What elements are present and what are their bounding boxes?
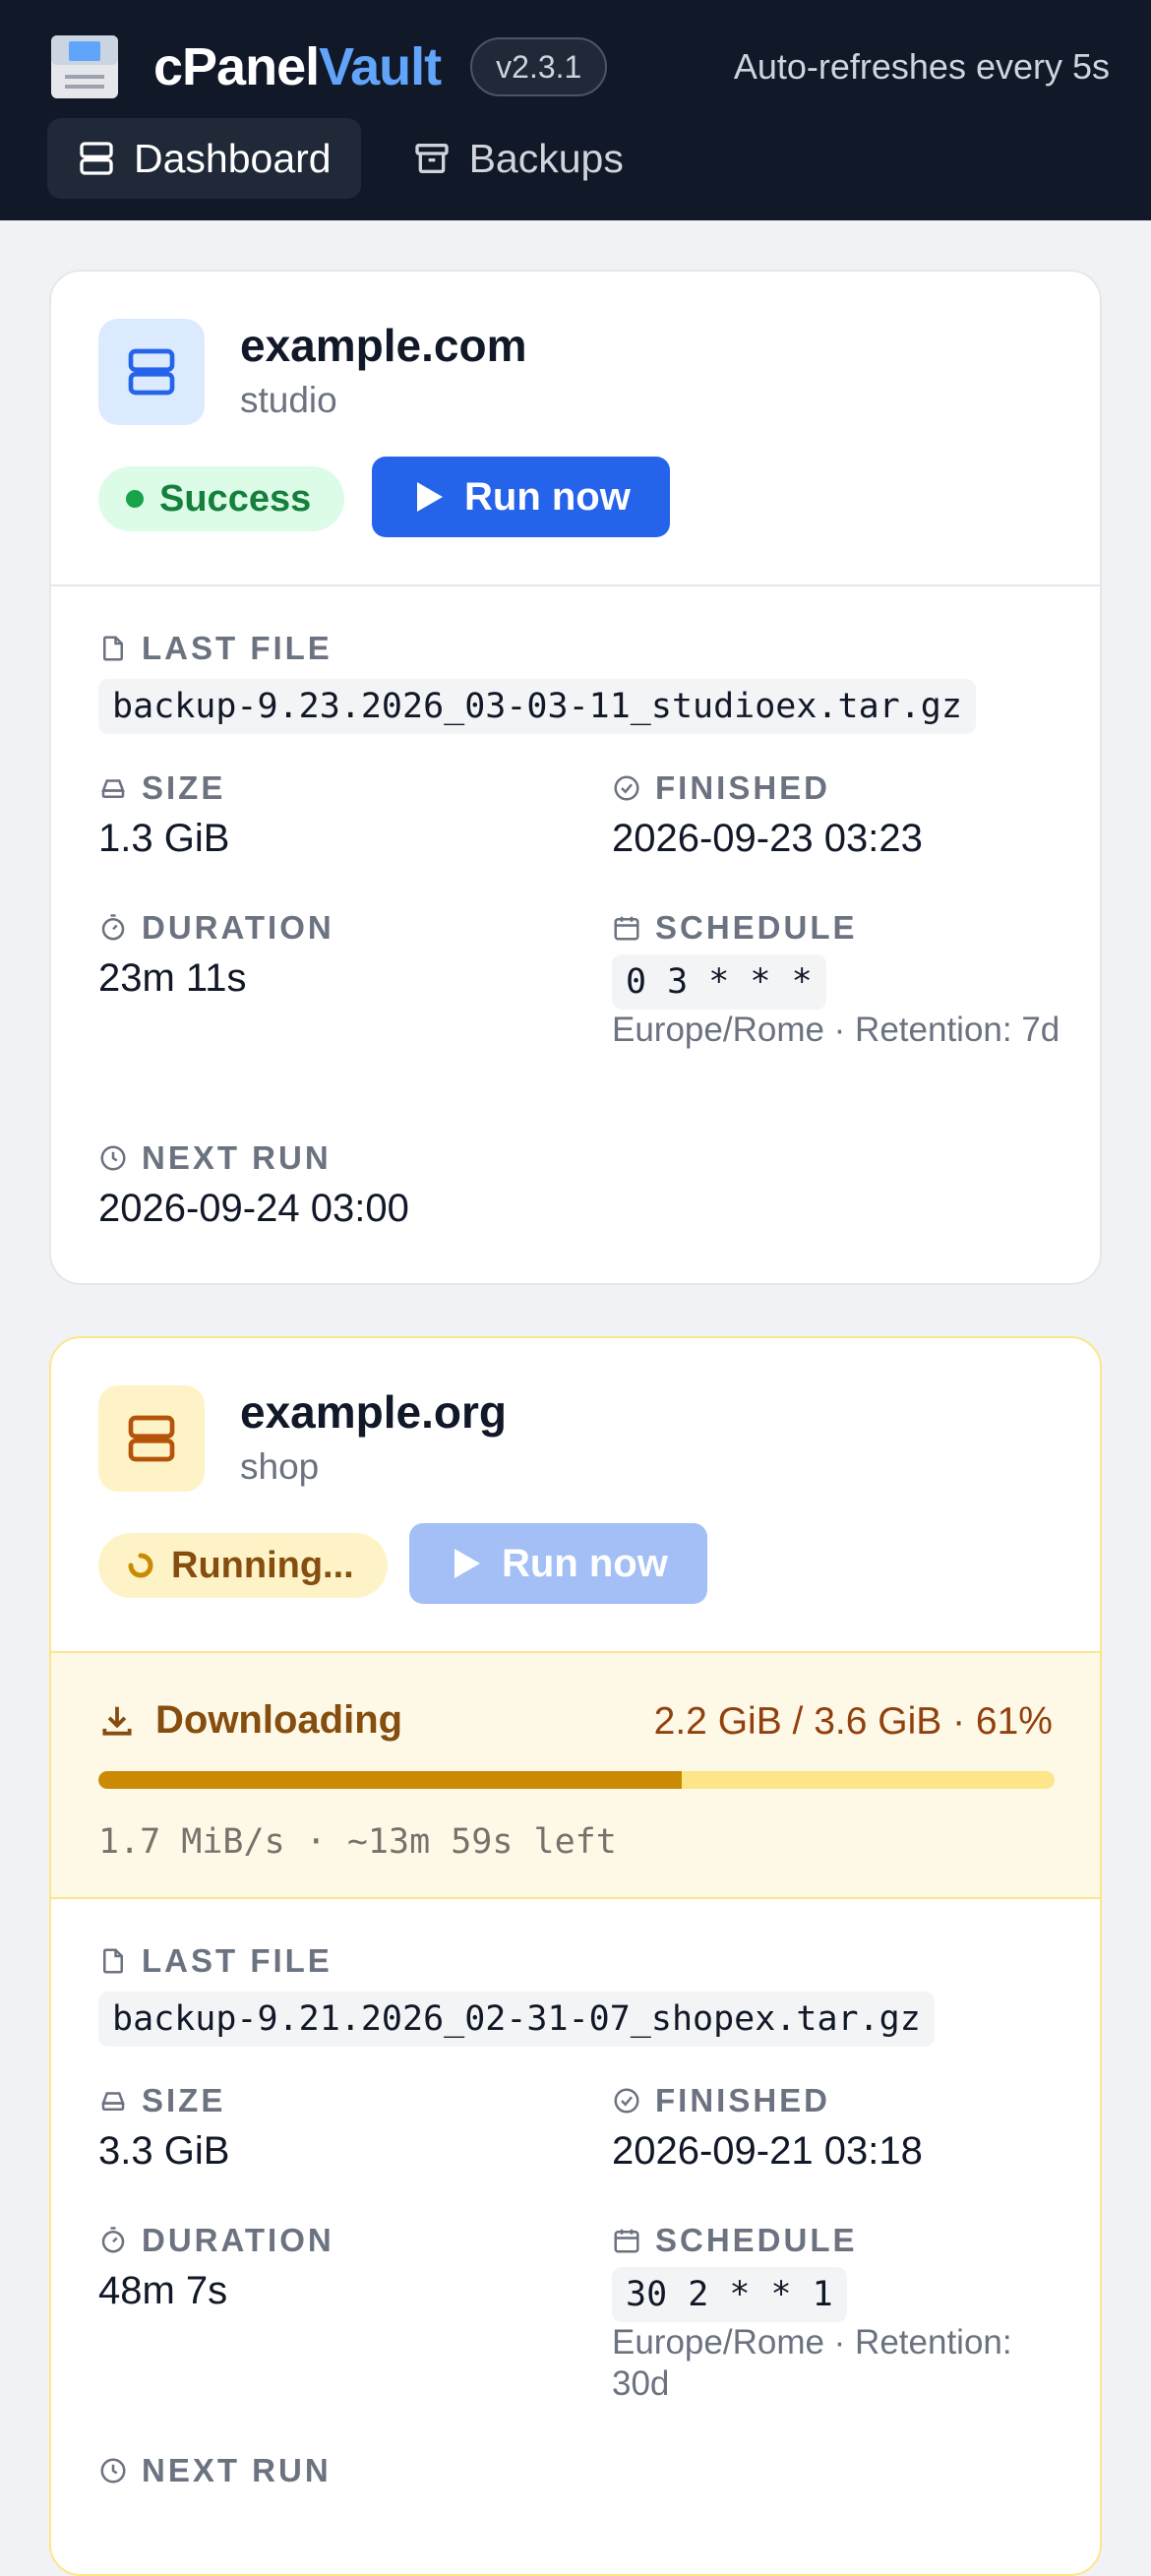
brand-name: cPanelVault [153, 36, 442, 97]
finished-value: 2026-09-23 03:23 [612, 817, 923, 860]
download-stats: 2.2 GiB / 3.6 GiB · 61% [653, 1700, 1053, 1743]
size-label: SIZE [98, 769, 225, 807]
archive-box-icon [414, 144, 449, 173]
duration-value: 48m 7s [98, 2269, 228, 2312]
schedule-note: Europe/Rome · Retention: 7d [612, 1011, 1060, 1049]
tab-dashboard-label: Dashboard [134, 135, 332, 181]
calendar-icon [614, 2229, 639, 2253]
status-text: Success [159, 477, 312, 520]
run-now-button[interactable]: Run now [409, 1523, 707, 1604]
brand-accent: Vault [319, 37, 442, 96]
calendar-icon [614, 916, 639, 941]
check-circle-icon [614, 2088, 639, 2114]
stopwatch-icon [101, 914, 125, 941]
next-run-label: NEXT RUN [98, 2452, 332, 2489]
stopwatch-icon [101, 2227, 125, 2253]
hard-drive-icon [101, 2092, 125, 2111]
schedule-cron-value: 0 3 * * * [612, 954, 826, 1010]
hard-drive-icon [101, 779, 125, 798]
brand-row: cPanelVault v2.3.1 Auto-refreshes every … [47, 26, 1110, 108]
size-label: SIZE [98, 2082, 225, 2119]
download-title: Downloading [98, 1698, 402, 1743]
schedule-note: Europe/Rome · Retention: 30d [612, 2323, 1012, 2403]
backup-card-example-com: example.com studio Success Run now LAST … [49, 270, 1102, 1285]
brand-primary: cPanel [153, 37, 320, 96]
tab-backups-label: Backups [468, 135, 624, 181]
run-now-button[interactable]: Run now [372, 457, 670, 537]
card-header: example.com studio Success Run now [51, 272, 1100, 586]
last-file-value: backup-9.21.2026_02-31-07_shopex.tar.gz [98, 1992, 935, 2047]
play-icon [417, 482, 443, 512]
status-dot-icon [126, 490, 144, 508]
clock-icon [100, 1145, 126, 1171]
duration-label: DURATION [98, 909, 334, 947]
server-icon [128, 348, 175, 396]
download-progress-bar [98, 1771, 1055, 1789]
download-icon [102, 1706, 132, 1736]
status-text: Running... [171, 1544, 354, 1586]
account-name: shop [240, 1446, 320, 1487]
play-icon [454, 1549, 480, 1578]
download-progress-panel: Downloading 2.2 GiB / 3.6 GiB · 61% 1.7 … [51, 1653, 1100, 1899]
card-header: example.org shop Running... Run now [51, 1338, 1100, 1653]
backup-card-example-org: example.org shop Running... Run now Down… [49, 1336, 1102, 2576]
app-header: cPanelVault v2.3.1 Auto-refreshes every … [0, 0, 1151, 220]
duration-value: 23m 11s [98, 956, 247, 1000]
vault-logo-icon [51, 35, 118, 98]
server-stack-icon [80, 142, 113, 175]
next-run-label: NEXT RUN [98, 1139, 332, 1177]
domain-name: example.com [240, 320, 527, 371]
last-file-label: LAST FILE [98, 630, 333, 667]
tab-dashboard[interactable]: Dashboard [47, 118, 361, 199]
size-value: 1.3 GiB [98, 817, 230, 860]
status-badge: Success [98, 466, 345, 531]
schedule-label: SCHEDULE [612, 909, 858, 947]
version-badge: v2.3.1 [470, 37, 608, 96]
spinner-icon [128, 1553, 153, 1578]
schedule-cron-value: 30 2 * * 1 [612, 2267, 847, 2322]
domain-name: example.org [240, 1386, 507, 1438]
schedule-label: SCHEDULE [612, 2222, 858, 2259]
finished-label: FINISHED [612, 2082, 830, 2119]
finished-label: FINISHED [612, 769, 830, 807]
next-run-value: 2026-09-24 03:00 [98, 1187, 409, 1230]
download-rate: 1.7 MiB/s · ~13m 59s left [98, 1822, 617, 1862]
account-name: studio [240, 380, 337, 420]
status-badge: Running... [98, 1533, 388, 1598]
run-now-label: Run now [502, 1541, 668, 1585]
server-icon [128, 1415, 175, 1462]
size-value: 3.3 GiB [98, 2129, 230, 2173]
tab-backups[interactable]: Backups [383, 118, 653, 199]
main-nav: Dashboard Backups [47, 118, 653, 199]
server-tile [98, 319, 205, 425]
last-file-value: backup-9.23.2026_03-03-11_studioex.tar.g… [98, 679, 976, 734]
file-icon [103, 1948, 123, 1974]
server-tile [98, 1385, 205, 1492]
file-icon [103, 636, 123, 661]
duration-label: DURATION [98, 2222, 334, 2259]
run-now-label: Run now [464, 474, 631, 519]
last-file-label: LAST FILE [98, 1942, 333, 1980]
check-circle-icon [614, 775, 639, 801]
download-progress-fill [98, 1771, 682, 1789]
finished-value: 2026-09-21 03:18 [612, 2129, 923, 2173]
auto-refresh-label: Auto-refreshes every 5s [733, 46, 1110, 87]
clock-icon [100, 2458, 126, 2484]
